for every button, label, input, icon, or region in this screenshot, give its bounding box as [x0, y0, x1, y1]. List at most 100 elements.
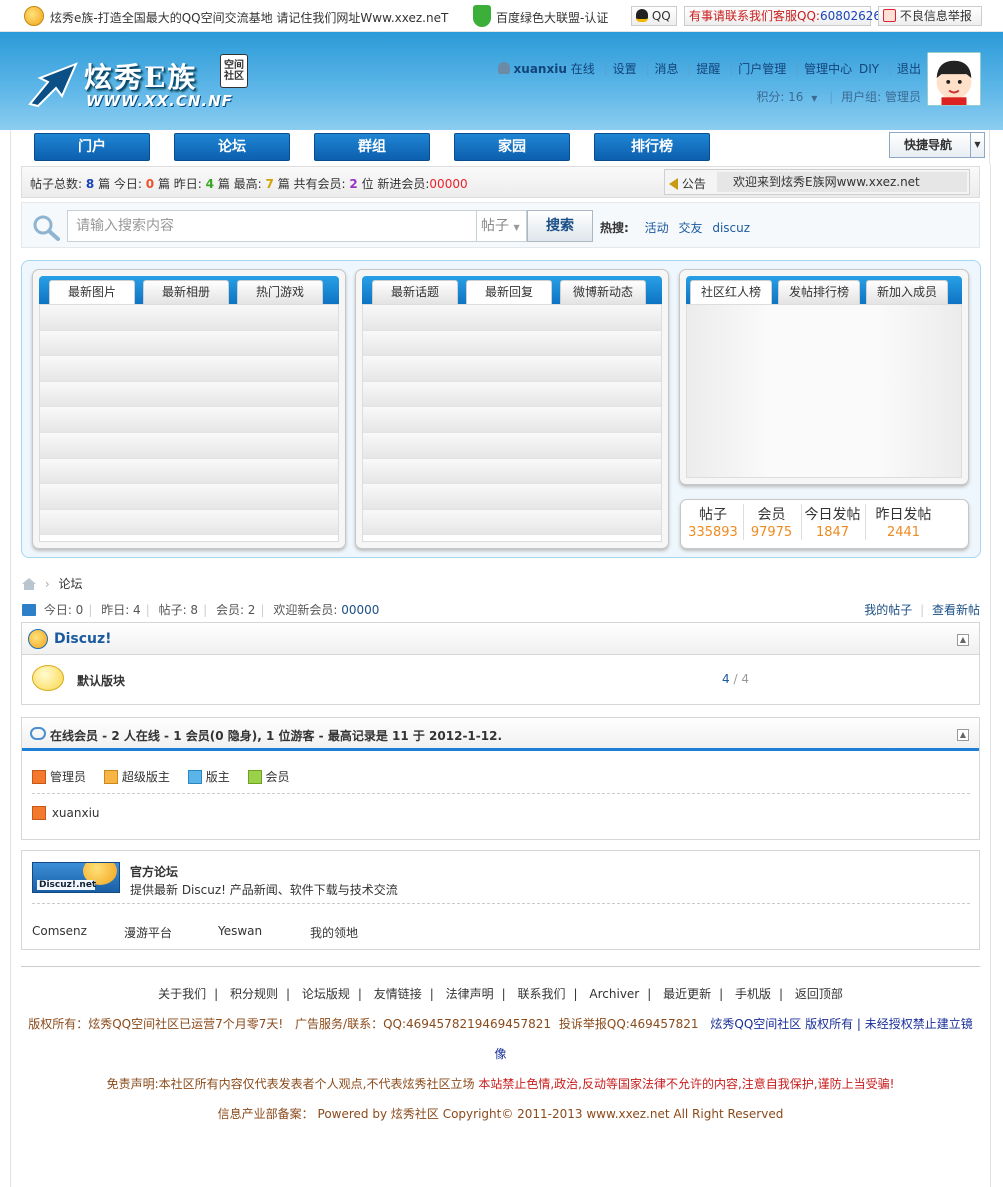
- admin-center-link[interactable]: 管理中心: [804, 62, 852, 76]
- logout-link[interactable]: 退出: [897, 62, 921, 76]
- tab-new-members[interactable]: 新加入成员: [866, 280, 948, 304]
- discuz-net-logo[interactable]: Discuz!.net: [32, 862, 120, 893]
- points-dropdown[interactable]: 积分: 16: [756, 90, 803, 104]
- list-item[interactable]: [40, 356, 338, 382]
- nav-forum[interactable]: 论坛: [174, 133, 290, 161]
- online-username[interactable]: xuanxiu: [52, 806, 100, 820]
- footer-contact[interactable]: 联系我们: [518, 987, 566, 1001]
- my-posts-link[interactable]: 我的帖子: [864, 603, 912, 617]
- hot-discuz[interactable]: discuz: [712, 221, 750, 235]
- list-item[interactable]: [40, 407, 338, 433]
- footer-points-rules[interactable]: 积分规则: [230, 987, 278, 1001]
- qq-button[interactable]: QQ: [631, 6, 677, 26]
- list-item[interactable]: [363, 381, 661, 408]
- list-item[interactable]: [363, 330, 661, 357]
- count-today: 今日发帖 1847: [801, 504, 863, 540]
- qq-penguin-icon: [636, 9, 648, 22]
- search-button[interactable]: 搜索: [527, 210, 593, 242]
- list-item[interactable]: [40, 484, 338, 510]
- footer-powered: 信息产业部备案： Powered by 炫秀社区 Copyright© 2011…: [217, 1107, 784, 1121]
- forum-info-bar: 今日: 0 | 昨日: 4 | 帖子: 8 | 会员: 2 | 欢迎新会员: 00000: [22, 601, 379, 618]
- main-nav: 门户 论坛 群组 家园 排行榜 快捷导航 ▼: [10, 130, 990, 164]
- list-item[interactable]: [363, 356, 661, 382]
- collapse-icon[interactable]: ▲: [957, 634, 969, 646]
- tab-hot-games[interactable]: 热门游戏: [237, 280, 323, 304]
- list-item[interactable]: [40, 305, 338, 331]
- list-item[interactable]: [40, 432, 338, 459]
- list-item[interactable]: [363, 432, 661, 459]
- settings-link[interactable]: 设置: [613, 62, 637, 76]
- site-icon: [24, 6, 44, 26]
- list-item[interactable]: [363, 458, 661, 485]
- tab-latest-topics[interactable]: 最新话题: [372, 280, 458, 304]
- nav-groups[interactable]: 群组: [314, 133, 430, 161]
- friend-links: Discuz!.net 官方论坛 提供最新 Discuz! 产品新闻、软件下载与…: [21, 850, 980, 950]
- tab-post-ranking[interactable]: 发帖排行榜: [778, 280, 860, 304]
- link-my-territory[interactable]: 我的领地: [310, 924, 358, 941]
- count-box: 帖子 335893 会员 97975 今日发帖 1847 昨日发帖 2441: [680, 499, 969, 549]
- hot-activity[interactable]: 活动: [645, 221, 669, 235]
- count-yesterday: 昨日发帖 2441: [865, 504, 941, 540]
- avatar[interactable]: [927, 52, 981, 106]
- report-button[interactable]: 不良信息举报: [878, 6, 982, 26]
- footer-archiver[interactable]: Archiver: [589, 987, 639, 1001]
- username-link[interactable]: xuanxiu: [514, 62, 567, 76]
- diy-link[interactable]: DIY: [859, 62, 879, 76]
- link-manyou[interactable]: 漫游平台: [124, 924, 172, 941]
- footer-forum-rules[interactable]: 论坛版规: [302, 987, 350, 1001]
- tab-hot-members[interactable]: 社区红人榜: [690, 280, 772, 304]
- stat-newuser[interactable]: 00000: [429, 177, 467, 191]
- search-icon: [33, 215, 60, 241]
- notice-text[interactable]: 欢迎来到炫秀E族网www.xxez.net: [717, 172, 967, 192]
- new-member-link[interactable]: 00000: [341, 603, 379, 617]
- nav-portal[interactable]: 门户: [34, 133, 150, 161]
- tab-latest-images[interactable]: 最新图片: [49, 280, 135, 304]
- footer-recent[interactable]: 最近更新: [663, 987, 711, 1001]
- category-title[interactable]: Discuz!: [54, 631, 112, 647]
- home-icon[interactable]: [22, 578, 36, 590]
- list-item[interactable]: [40, 330, 338, 357]
- new-posts-link[interactable]: 查看新帖: [932, 603, 980, 617]
- header: 炫秀E族 WWW.XX.CN.NF 空间社区 xuanxiu 在线 | 设置 | 消…: [0, 32, 1003, 130]
- online-title[interactable]: 在线会员 - 2 人在线 - 1 会员(0 隐身), 1 位游客 - 最高记录是…: [50, 727, 502, 744]
- link-yeswan[interactable]: Yeswan: [218, 924, 262, 938]
- hot-friends[interactable]: 交友: [678, 221, 702, 235]
- tab-latest-albums[interactable]: 最新相册: [143, 280, 229, 304]
- official-forum-title[interactable]: 官方论坛: [130, 863, 178, 880]
- search-type-select[interactable]: 帖子 ▼: [477, 210, 527, 242]
- portal-admin-link[interactable]: 门户管理: [738, 62, 786, 76]
- list-item[interactable]: [40, 509, 338, 536]
- forum-board-link[interactable]: 默认版块: [77, 672, 125, 689]
- reminders-link[interactable]: 提醒: [696, 62, 720, 76]
- union-label[interactable]: 百度绿色大联盟-认证: [496, 9, 608, 26]
- service-qq-link[interactable]: 有事请联系我们客服QQ:60802626: [684, 6, 881, 26]
- messages-link[interactable]: 消息: [654, 62, 678, 76]
- list-item[interactable]: [40, 458, 338, 485]
- notice-label: 公告: [681, 177, 706, 191]
- online-user[interactable]: xuanxiu: [32, 806, 100, 820]
- tab-weibo[interactable]: 微博新动态: [560, 280, 646, 304]
- link-comsenz[interactable]: Comsenz: [32, 924, 87, 938]
- collapse-icon[interactable]: ▲: [957, 729, 969, 741]
- site-logo[interactable]: 炫秀E族 WWW.XX.CN.NF 空间社区: [26, 52, 266, 114]
- list-item[interactable]: [363, 484, 661, 510]
- tab-latest-replies[interactable]: 最新回复: [466, 280, 552, 304]
- search-input[interactable]: 请输入搜索内容: [67, 210, 477, 242]
- quick-nav-button[interactable]: 快捷导航 ▼: [889, 132, 985, 158]
- hot-searches: 热搜: 活动 交友 discuz: [600, 219, 750, 236]
- logo-url: WWW.XX.CN.NF: [86, 92, 233, 110]
- footer-friend-links[interactable]: 友情链接: [374, 987, 422, 1001]
- list-item[interactable]: [40, 381, 338, 408]
- list-item[interactable]: [363, 305, 661, 331]
- forum-counts: 4 / 4: [722, 672, 749, 686]
- footer-about[interactable]: 关于我们: [158, 987, 206, 1001]
- list-item[interactable]: [363, 509, 661, 536]
- nav-home[interactable]: 家园: [454, 133, 570, 161]
- footer-back-top[interactable]: 返回顶部: [795, 987, 843, 1001]
- list-item[interactable]: [363, 407, 661, 433]
- footer-mobile[interactable]: 手机版: [735, 987, 771, 1001]
- member-icon: [247, 770, 262, 784]
- user-info: 积分: 16 ▼ | 用户组: 管理员: [756, 90, 921, 104]
- footer-legal[interactable]: 法律声明: [446, 987, 494, 1001]
- nav-ranking[interactable]: 排行榜: [594, 133, 710, 161]
